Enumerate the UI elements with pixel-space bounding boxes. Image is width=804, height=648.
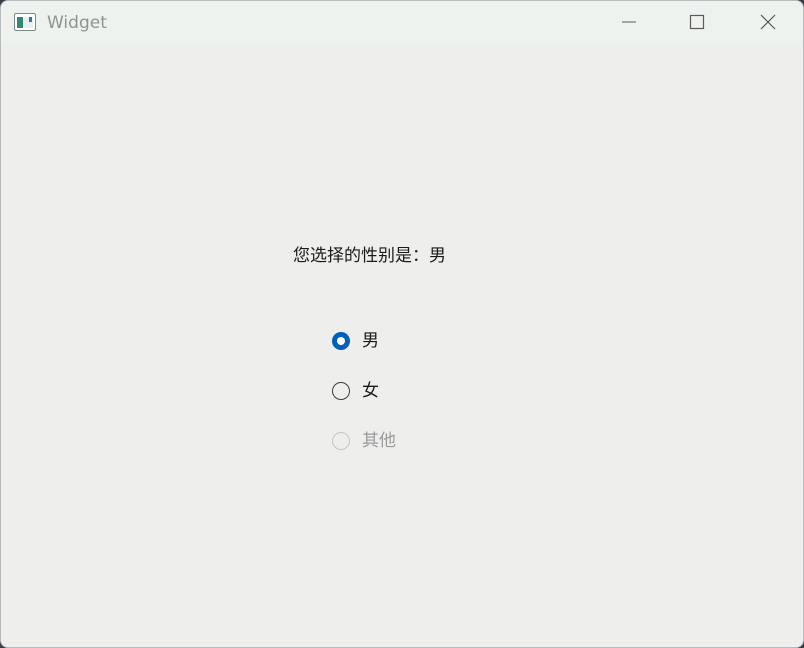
maximize-icon [689,14,705,34]
app-window: Widget 您选择的性别是：男 男 女 其他 [0,0,804,648]
radio-male[interactable]: 男 [332,329,379,353]
radio-female-indicator[interactable] [332,382,350,400]
radio-male-label[interactable]: 男 [362,330,379,352]
radio-other-indicator [332,432,350,450]
app-icon [14,13,36,31]
window-title: Widget [47,13,107,33]
radio-other: 其他 [332,429,396,453]
close-icon [760,14,776,34]
close-button[interactable] [734,1,802,46]
minimize-icon [621,14,637,34]
radio-male-indicator[interactable] [332,332,350,350]
minimize-button[interactable] [595,1,663,46]
title-bar[interactable]: Widget [1,1,803,46]
selected-gender-label: 您选择的性别是：男 [293,246,446,266]
radio-female-label[interactable]: 女 [362,380,379,402]
radio-female[interactable]: 女 [332,379,379,403]
radio-other-label: 其他 [362,431,396,451]
maximize-button[interactable] [663,1,731,46]
client-area: 您选择的性别是：男 男 女 其他 [1,46,803,647]
